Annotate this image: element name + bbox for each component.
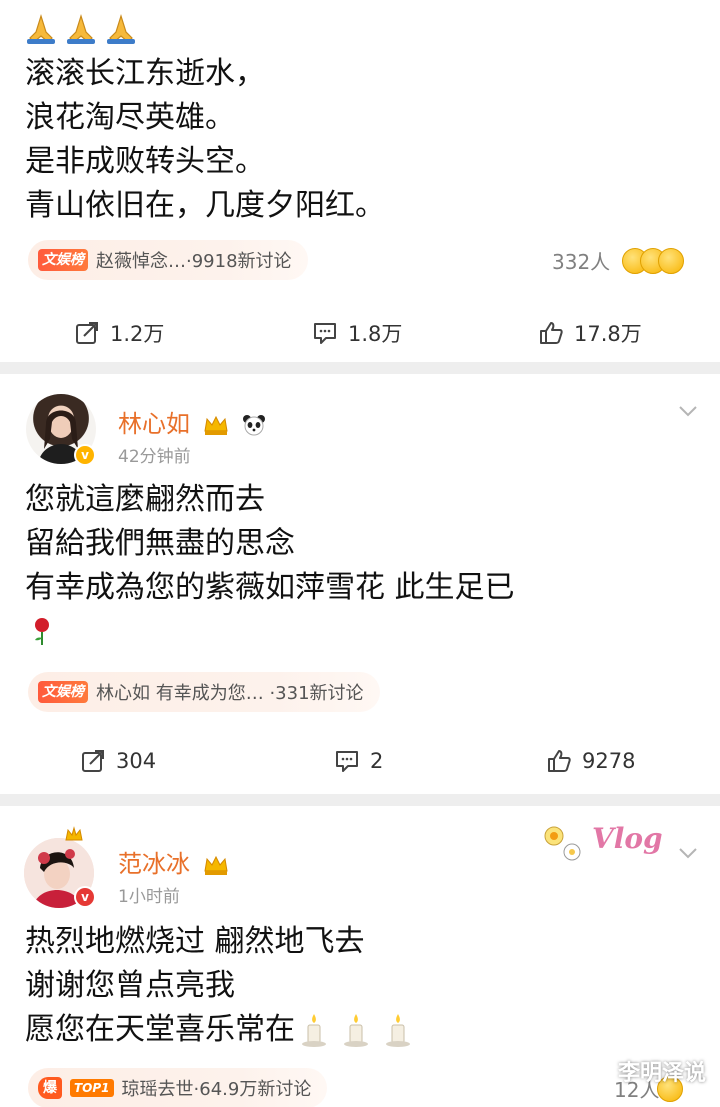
post-3-line: 谢谢您曾点亮我 [25, 968, 235, 1003]
reaction-count: 332人 [552, 250, 611, 274]
repost-button[interactable]: 304 [80, 748, 156, 774]
repost-icon [82, 750, 104, 772]
praying-hands-icon [67, 13, 95, 44]
candle-icon [302, 1014, 326, 1047]
praying-hands-emoji-row [24, 12, 138, 46]
post-1-line: 青山依旧在，几度夕阳红。 [25, 188, 385, 223]
topic-text: 赵薇悼念…·9918新讨论 [96, 251, 292, 272]
user-name[interactable]: 林心如 [118, 404, 267, 439]
post-3: v 范冰冰 1小时前 Vlog 热烈地燃烧过 翩然地飞去 谢谢您曾点亮我 愿您在… [0, 806, 720, 1107]
thumbs-up-icon [540, 322, 563, 344]
like-count: 9278 [582, 749, 636, 773]
praying-hands-icon [107, 13, 135, 44]
chevron-down-icon[interactable] [678, 846, 698, 860]
repost-icon [76, 322, 98, 344]
post-3-body: 热烈地燃烧过 翩然地飞去 谢谢您曾点亮我 愿您在天堂喜乐常在 [25, 920, 413, 1052]
post-1-line: 滚滚长江东逝水， [25, 56, 265, 91]
like-button[interactable]: 17.8万 [538, 318, 642, 348]
comment-button[interactable]: 1.8万 [312, 318, 402, 348]
post-3-line-text: 愿您在天堂喜乐常在 [25, 1012, 295, 1047]
repost-count: 1.2万 [110, 322, 165, 346]
crown-badge-icon [204, 415, 228, 435]
topic-text: 琼瑶去世·64.9万新讨论 [121, 1079, 312, 1100]
emoji-face-icon [658, 247, 685, 274]
candle-icon [344, 1014, 368, 1047]
comment-count: 2 [370, 749, 384, 773]
post-3-line: 愿您在天堂喜乐常在 [25, 1008, 413, 1052]
post-1-line: 浪花淘尽英雄。 [25, 100, 235, 135]
post-3-line: 热烈地燃烧过 翩然地飞去 [25, 924, 365, 959]
user-name-text: 范冰冰 [118, 850, 190, 878]
entertainment-rank-tag: 文娱榜 [38, 249, 88, 271]
crown-hat-icon [65, 826, 83, 841]
topic-chip[interactable]: 文娱榜 赵薇悼念…·9918新讨论 [28, 240, 308, 280]
comment-button[interactable]: 2 [334, 748, 383, 774]
post-divider [0, 362, 720, 374]
post-time: 42分钟前 [118, 447, 191, 467]
post-2-line: 您就這麼翩然而去 [25, 482, 265, 517]
post-1-body: 滚滚长江东逝水， 浪花淘尽英雄。 是非成败转头空。 青山依旧在，几度夕阳红。 [25, 52, 385, 228]
panda-badge-icon [243, 415, 266, 436]
top1-tag: TOP1 [70, 1079, 114, 1097]
repost-count: 304 [116, 749, 157, 773]
comment-icon [336, 751, 358, 772]
reaction-summary[interactable]: 332人 [552, 246, 685, 275]
vlog-sticker: Vlog [592, 822, 663, 855]
like-count: 17.8万 [574, 322, 642, 346]
post-1-line: 是非成败转头空。 [25, 144, 265, 179]
topic-chip[interactable]: 爆 TOP1 琼瑶去世·64.9万新讨论 [28, 1068, 328, 1107]
like-button[interactable]: 9278 [546, 748, 635, 774]
post-divider [0, 794, 720, 806]
crown-badge-icon [204, 855, 228, 875]
post-2-line: 有幸成為您的紫薇如萍雪花 此生足已 [25, 570, 515, 605]
action-bar: 304 2 9278 [0, 740, 720, 790]
post-2-line: 留給我們無盡的思念 [25, 526, 295, 561]
praying-hands-icon [27, 13, 55, 44]
chevron-down-icon[interactable] [678, 404, 698, 418]
candle-icon [386, 1014, 410, 1047]
thumbs-up-icon [548, 750, 571, 772]
action-bar: 1.2万 1.8万 17.8万 [0, 308, 720, 358]
verified-badge-icon: v [74, 886, 96, 908]
post-2: v 林心如 42分钟前 您就這麼翩然而去 留給我們無盡的思念 有幸成為您的紫薇如… [0, 374, 720, 794]
comment-icon [314, 323, 336, 344]
rose-icon [35, 618, 49, 645]
topic-text: 林心如 有幸成为您… ·331新讨论 [96, 683, 364, 704]
comment-count: 1.8万 [348, 322, 403, 346]
entertainment-rank-tag: 文娱榜 [38, 681, 88, 703]
user-name[interactable]: 范冰冰 [118, 844, 230, 879]
user-name-text: 林心如 [118, 410, 190, 438]
watermark: 李明泽说 [617, 1061, 706, 1086]
topic-chip[interactable]: 文娱榜 林心如 有幸成为您… ·331新讨论 [28, 672, 380, 712]
post-1: 滚滚长江东逝水， 浪花淘尽英雄。 是非成败转头空。 青山依旧在，几度夕阳红。 文… [0, 0, 720, 362]
post-2-body: 您就這麼翩然而去 留給我們無盡的思念 有幸成為您的紫薇如萍雪花 此生足已 [25, 478, 515, 654]
hot-tag: 爆 [38, 1077, 62, 1099]
post-time: 1小时前 [118, 887, 180, 907]
verified-badge-icon: v [74, 444, 96, 466]
flower-sticker-icon [544, 826, 581, 861]
repost-button[interactable]: 1.2万 [74, 318, 164, 348]
rose-line [25, 610, 515, 654]
